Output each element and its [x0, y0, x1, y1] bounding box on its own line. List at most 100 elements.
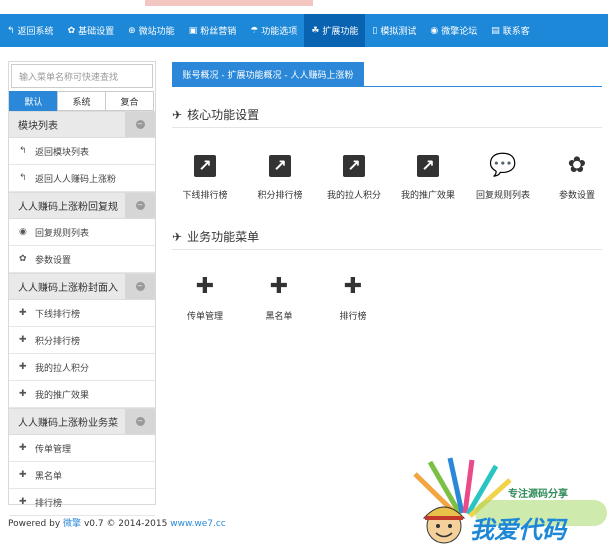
minus-circle-icon: −: [135, 120, 145, 129]
puzzle-icon: ✚: [19, 335, 27, 345]
sidebar-item-downline-rank[interactable]: ✚ 下线排行榜: [9, 300, 155, 327]
tab-composite[interactable]: 复合: [105, 91, 154, 111]
minus-circle-icon: −: [135, 417, 145, 426]
puzzle-icon: ✚: [19, 497, 27, 507]
umbrella-icon: ☂: [250, 25, 259, 36]
sidebar-item-ranking[interactable]: ✚ 排行榜: [9, 489, 155, 516]
sidebar-group-business-menu[interactable]: 人人赚码上涨粉业务菜 −: [9, 408, 155, 435]
sidebar-group-cover-entries[interactable]: 人人赚码上涨粉封面入 −: [9, 273, 155, 300]
nav-function-options[interactable]: ☂ 功能选项: [243, 14, 304, 47]
gear-icon: ✿: [19, 254, 27, 264]
footer-version: v0.7 © 2014-2015: [83, 519, 168, 529]
footer-powered: Powered by: [8, 519, 61, 529]
group-title: 人人赚码上涨粉业务菜: [18, 418, 118, 429]
tile-points-rank[interactable]: ↗ 积分排行榜: [245, 152, 315, 201]
tile-label: 排行榜: [339, 312, 367, 322]
mobile-icon: ▯: [372, 25, 378, 36]
divider: [172, 249, 602, 250]
nav-contact[interactable]: ▤ 联系客: [484, 14, 537, 47]
core-section-title: ✈ 核心功能设置: [172, 106, 259, 123]
nav-fan-marketing[interactable]: ▣ 粉丝营销: [182, 14, 244, 47]
sidebar-item-back-module-list[interactable]: ↰ 返回模块列表: [9, 138, 155, 165]
cubes-icon: ☘: [311, 25, 320, 36]
item-label: 积分排行榜: [35, 336, 81, 347]
tab-default[interactable]: 默认: [9, 91, 58, 111]
tile-ranking[interactable]: ✚ 排行榜: [318, 273, 388, 322]
tile-flyer-manage[interactable]: ✚ 传单管理: [170, 273, 240, 322]
nav-label: 微站功能: [138, 27, 175, 37]
breadcrumb-underline: [172, 86, 602, 87]
group-title: 人人赚码上涨粉回复规: [18, 202, 118, 213]
tile-params[interactable]: ✿ 参数设置: [542, 152, 608, 201]
sidebar-group-reply-rules[interactable]: 人人赚码上涨粉回复规 −: [9, 192, 155, 219]
external-link-icon: ↗: [417, 155, 439, 177]
puzzle-icon: ✚: [269, 274, 289, 299]
collapse-toggle[interactable]: −: [125, 409, 155, 434]
item-label: 我的推广效果: [35, 390, 90, 401]
section-title-text: 业务功能菜单: [187, 230, 260, 244]
collapse-toggle[interactable]: −: [125, 112, 155, 137]
comments-icon: 💬: [489, 153, 517, 178]
tile-blacklist[interactable]: ✚ 黑名单: [244, 273, 314, 322]
sidebar-item-my-promotion[interactable]: ✚ 我的推广效果: [9, 381, 155, 408]
puzzle-icon: ✚: [19, 389, 27, 399]
footer: Powered by 微擎 v0.7 © 2014-2015 www.we7.c…: [8, 516, 226, 529]
nav-back-system[interactable]: ↰ 返回系统: [0, 14, 61, 47]
sidebar-tabs: 默认 系统 复合: [9, 91, 154, 111]
collapse-toggle[interactable]: −: [125, 274, 155, 299]
tile-reply-rules[interactable]: 💬 回复规则列表: [468, 152, 538, 201]
nav-forum[interactable]: ◉ 微擎论坛: [423, 14, 484, 47]
sidebar-item-params[interactable]: ✿ 参数设置: [9, 246, 155, 273]
puzzle-icon: ✚: [195, 274, 215, 299]
tile-downline-rank[interactable]: ↗ 下线排行榜: [170, 152, 240, 201]
tile-label: 传单管理: [186, 312, 223, 322]
top-strip: [145, 0, 313, 6]
external-link-icon: ↗: [194, 155, 216, 177]
back-icon: ↰: [19, 146, 27, 156]
sidebar-item-points-rank[interactable]: ✚ 积分排行榜: [9, 327, 155, 354]
collapse-toggle[interactable]: −: [125, 193, 155, 218]
sidebar-item-flyer-manage[interactable]: ✚ 传单管理: [9, 435, 155, 462]
puzzle-icon: ✚: [343, 274, 363, 299]
nav-simulate-test[interactable]: ▯ 模拟测试: [365, 14, 423, 47]
chat-icon: ◉: [430, 25, 439, 36]
tile-label: 积分排行榜: [257, 191, 303, 201]
external-link-icon: ↗: [269, 155, 291, 177]
comments-icon: ◉: [19, 227, 27, 237]
sidebar-item-back-module[interactable]: ↰ 返回人人赚码上涨粉: [9, 165, 155, 192]
nav-basic-settings[interactable]: ✿ 基础设置: [61, 14, 122, 47]
tile-my-points[interactable]: ↗ 我的拉人积分: [319, 152, 389, 201]
puzzle-icon: ✚: [19, 470, 27, 480]
group-title: 人人赚码上涨粉封面入: [18, 283, 118, 294]
tab-system[interactable]: 系统: [57, 91, 106, 111]
nav-extensions[interactable]: ☘ 扩展功能: [304, 14, 366, 47]
nav-label: 功能选项: [261, 27, 298, 37]
puzzle-icon: ✚: [19, 308, 27, 318]
sidebar: 输入菜单名称可快速查找 默认 系统 复合 模块列表 − ↰ 返回模块列表 ↰ 返回人人…: [8, 61, 156, 516]
sidebar-item-my-points[interactable]: ✚ 我的拉人积分: [9, 354, 155, 381]
puzzle-icon: ✚: [19, 362, 27, 372]
menu-search-input[interactable]: 输入菜单名称可快速查找: [11, 64, 153, 88]
sidebar-item-blacklist[interactable]: ✚ 黑名单: [9, 462, 155, 489]
item-label: 返回模块列表: [35, 147, 90, 158]
sidebar-item-reply-rules[interactable]: ◉ 回复规则列表: [9, 219, 155, 246]
external-link-icon: ↗: [343, 155, 365, 177]
item-label: 排行榜: [35, 498, 63, 509]
group-title: 模块列表: [18, 121, 58, 132]
footer-site-link[interactable]: www.we7.cc: [170, 519, 226, 529]
nav-label: 扩展功能: [322, 27, 359, 37]
business-section-title: ✈ 业务功能菜单: [172, 228, 259, 245]
item-label: 我的拉人积分: [35, 363, 90, 374]
back-icon: ↰: [7, 25, 15, 36]
tile-label: 回复规则列表: [475, 191, 530, 201]
divider: [172, 127, 602, 128]
tile-label: 我的推广效果: [400, 191, 455, 201]
nav-microsite[interactable]: ⊕ 微站功能: [121, 14, 182, 47]
tile-my-promotion[interactable]: ↗ 我的推广效果: [393, 152, 463, 201]
sidebar-group-module-list[interactable]: 模块列表 −: [9, 111, 155, 138]
breadcrumb[interactable]: 账号概况 - 扩展功能概况 - 人人赚码上涨粉: [172, 62, 364, 86]
item-label: 回复规则列表: [35, 228, 90, 239]
plane-icon: ✈: [172, 229, 183, 244]
tile-label: 参数设置: [558, 191, 595, 201]
footer-brand-link[interactable]: 微擎: [63, 519, 81, 529]
